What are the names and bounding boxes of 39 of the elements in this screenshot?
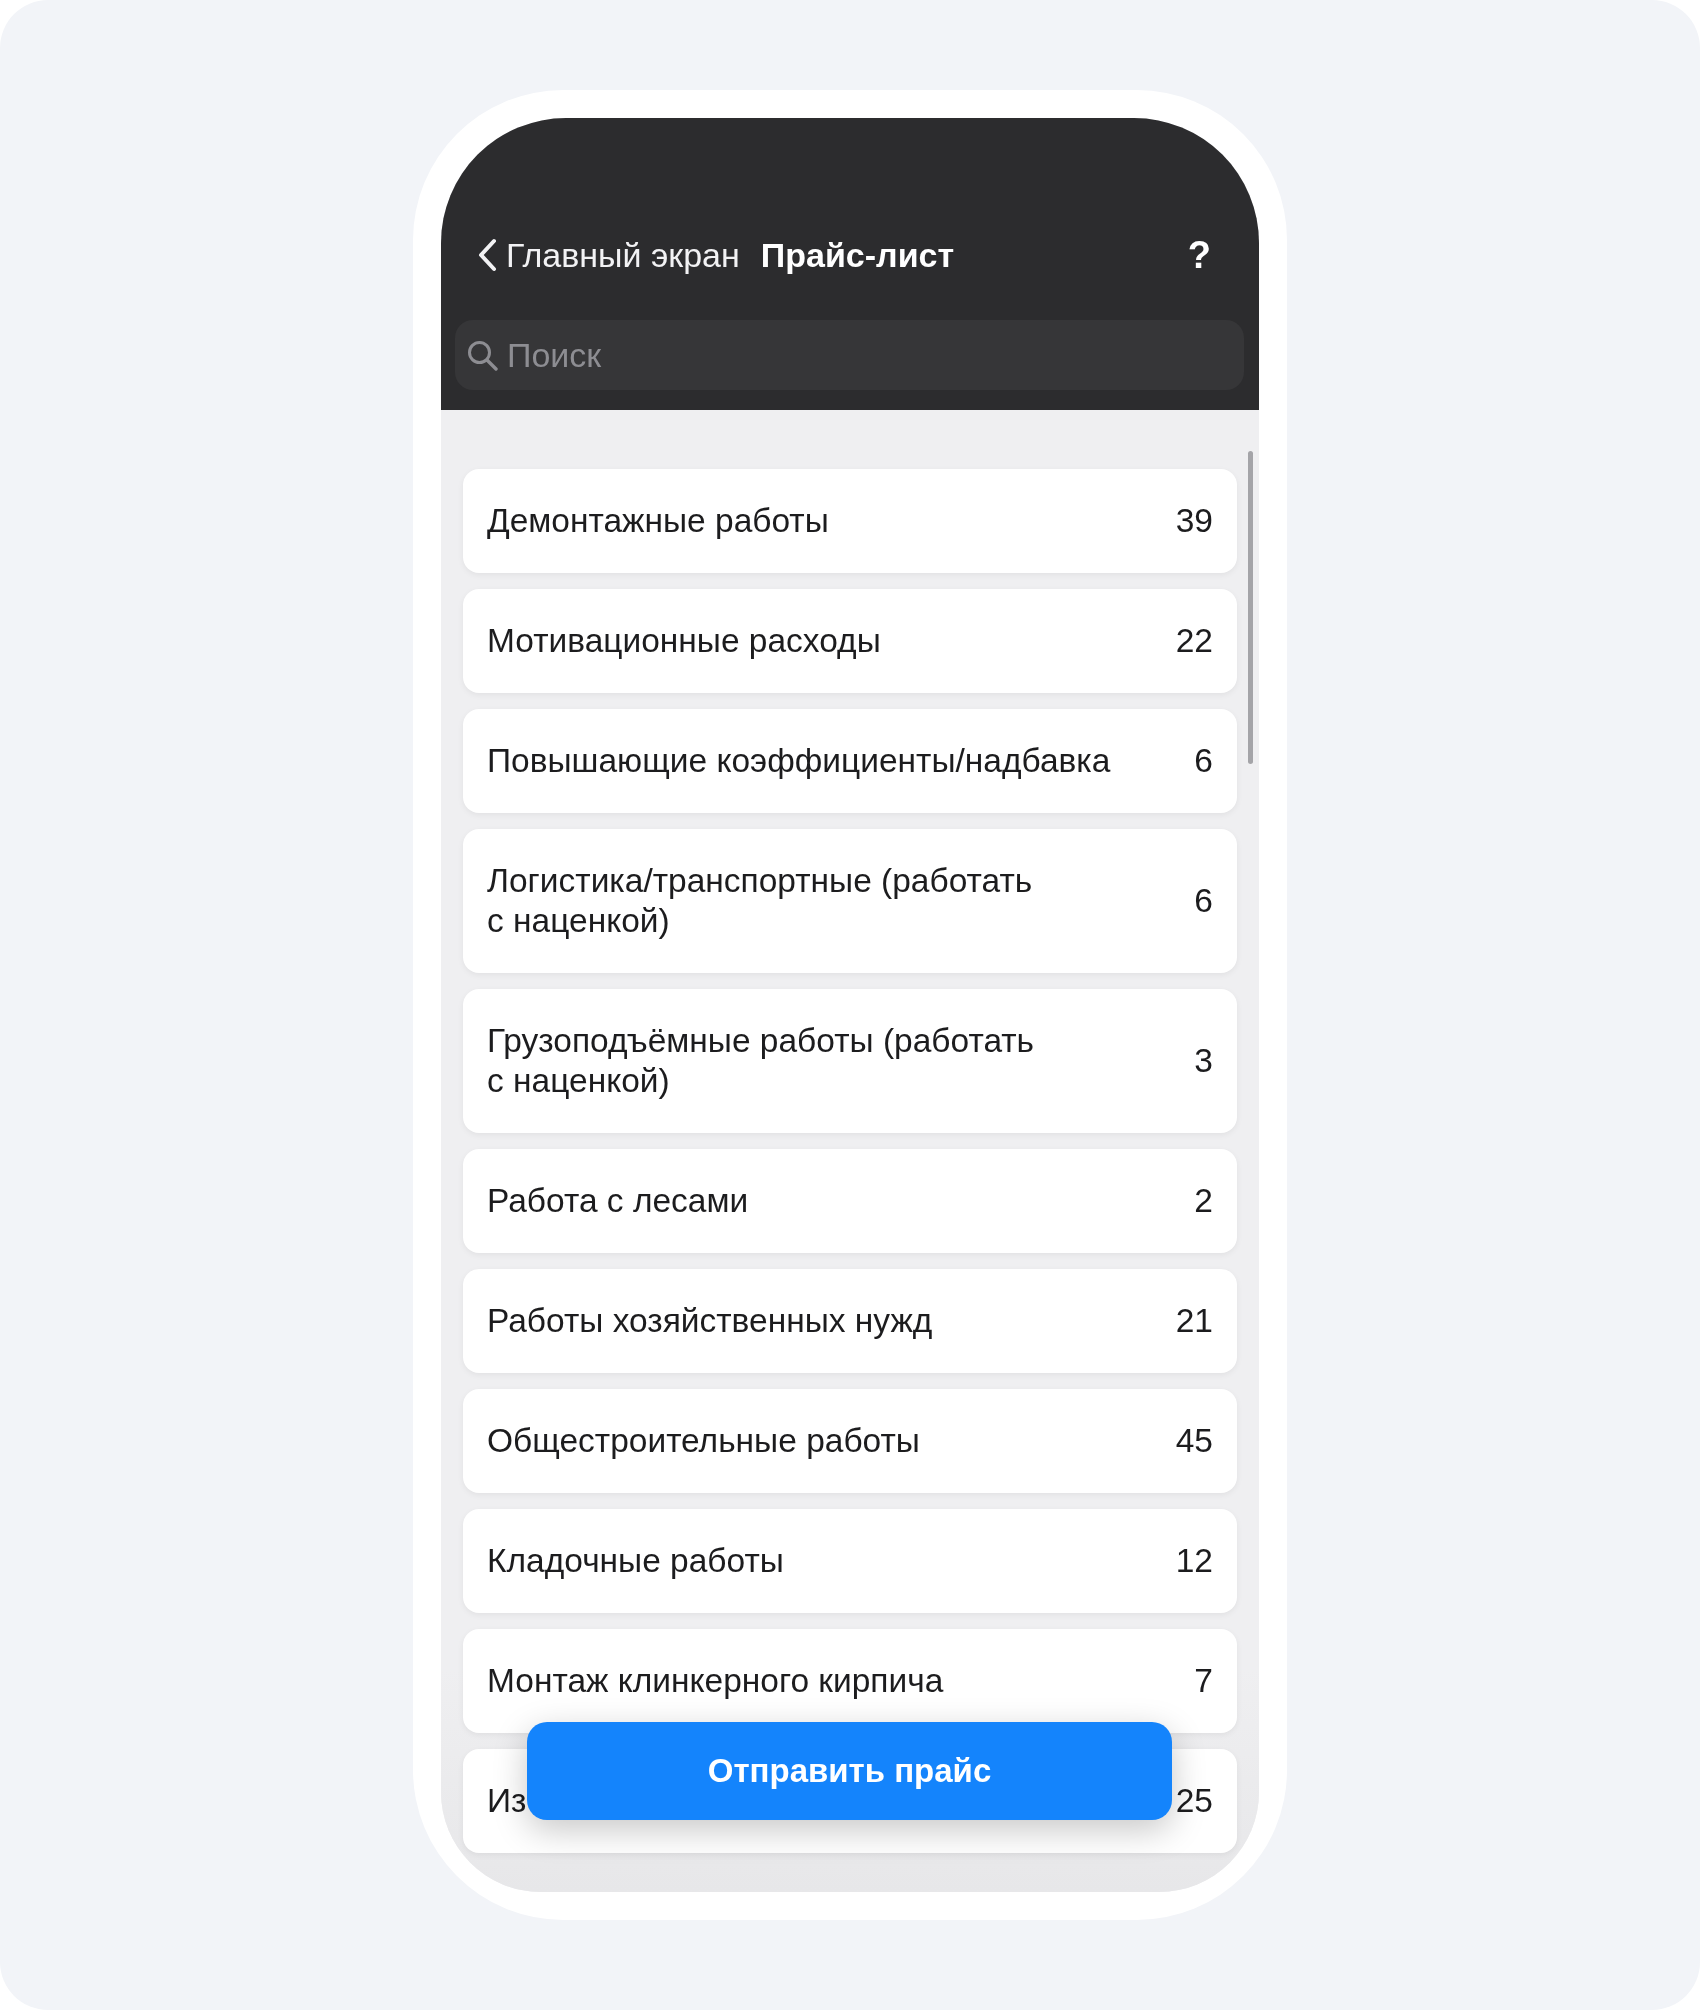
category-name: Работа с лесами [487, 1181, 749, 1221]
category-name: Монтаж клинкерного кирпича [487, 1661, 944, 1701]
category-name: Кладочные работы [487, 1541, 784, 1581]
category-count: 3 [1194, 1041, 1213, 1081]
category-count: 6 [1194, 881, 1213, 921]
category-name: Из [487, 1781, 527, 1821]
back-chevron-icon [477, 238, 497, 272]
back-button[interactable]: Главный экран [477, 235, 740, 275]
category-name: Работы хозяйственных нужд [487, 1301, 933, 1341]
category-row[interactable]: Кладочные работы 12 [463, 1509, 1237, 1613]
category-row[interactable]: Мотивационные расходы 22 [463, 589, 1237, 693]
category-row[interactable]: Монтаж клинкерного кирпича 7 [463, 1629, 1237, 1733]
category-row[interactable]: Общестроительные работы 45 [463, 1389, 1237, 1493]
send-price-button-overlay[interactable]: Отправить прайс [527, 1722, 1172, 1820]
category-row[interactable]: Работы хозяйственных нужд 21 [463, 1269, 1237, 1373]
category-count: 45 [1175, 1421, 1213, 1461]
category-count: 39 [1175, 501, 1213, 541]
category-name: Мотивационные расходы [487, 621, 881, 661]
category-name: Грузоподъёмные работы (работать с наценкой) [487, 1021, 1036, 1101]
category-row[interactable]: Логистика/транспортные (работать с наценкой) 6 [463, 829, 1237, 973]
category-count: 2 [1194, 1181, 1213, 1221]
category-count: 6 [1194, 741, 1213, 781]
category-row[interactable]: Работа с лесами 2 [463, 1149, 1237, 1253]
category-name: Повышающие коэффициенты/надбавка [487, 741, 1111, 781]
search-icon [467, 340, 498, 371]
category-row[interactable]: Демонтажные работы 39 [463, 469, 1237, 573]
category-count: 12 [1175, 1541, 1213, 1581]
category-count: 7 [1194, 1661, 1213, 1701]
category-row[interactable]: Повышающие коэффициенты/надбавка 6 [463, 709, 1237, 813]
category-name: Демонтажные работы [487, 501, 829, 541]
category-row[interactable]: Грузоподъёмные работы (работать с наценкой) 3 [463, 989, 1237, 1133]
help-button[interactable]: ? [1187, 233, 1211, 277]
search-field[interactable]: Поиск [455, 320, 1244, 390]
category-name: Логистика/транспортные (работать с наценкой) [487, 861, 1034, 941]
category-count: 22 [1175, 621, 1213, 661]
screen-title: Прайс-лист [760, 235, 955, 275]
category-name: Общестроительные работы [487, 1421, 920, 1461]
category-count: 25 [1175, 1781, 1213, 1821]
category-count: 21 [1175, 1301, 1213, 1341]
